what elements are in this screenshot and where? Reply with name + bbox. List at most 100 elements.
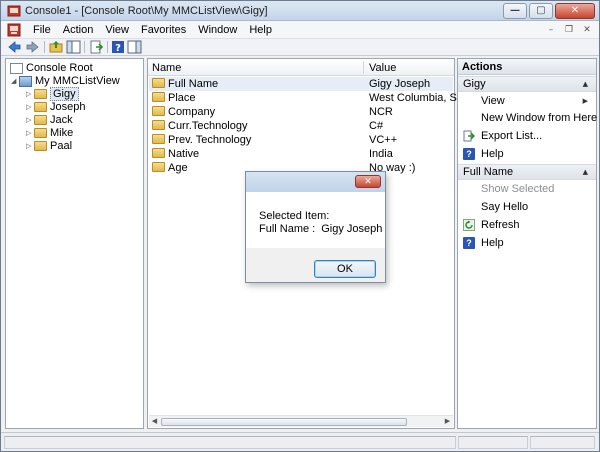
tree-item-jack[interactable]: ▷ Jack <box>26 114 73 127</box>
toolbar-separator <box>107 41 108 53</box>
maximize-button[interactable]: ▢ <box>529 3 553 19</box>
actions-section-gigy[interactable]: Gigy ▲ <box>458 76 596 92</box>
refresh-icon <box>463 219 475 231</box>
mmc-app-icon <box>7 5 21 17</box>
minimize-button[interactable]: — <box>503 3 527 19</box>
help-icon[interactable]: ? <box>111 40 126 54</box>
collapse-caret-icon[interactable]: ▲ <box>583 165 588 180</box>
folder-icon <box>34 89 47 99</box>
list-row-prev-technology[interactable]: Prev. Technology VC++ <box>149 133 453 147</box>
row-name: Prev. Technology <box>168 134 252 146</box>
title-bar[interactable]: Console1 - [Console Root\My MMCListView\… <box>1 1 599 21</box>
toolbar: ? <box>1 39 599 56</box>
console-root-icon <box>10 63 23 74</box>
horizontal-scrollbar[interactable]: ◀ ▶ <box>149 415 453 427</box>
tree-item-label: Mike <box>50 127 74 139</box>
tree-item-console-root[interactable]: Console Root <box>10 62 93 75</box>
action-new-window-from-here[interactable]: New Window from Here <box>458 110 597 126</box>
section-label: Full Name <box>463 166 514 178</box>
ok-button[interactable]: OK <box>314 260 376 278</box>
export-list-icon[interactable] <box>89 40 104 54</box>
menu-action[interactable]: Action <box>57 23 100 37</box>
close-button[interactable]: ✕ <box>555 3 595 19</box>
action-export-list[interactable]: Export List... <box>458 128 596 144</box>
collapsed-icon[interactable]: ▷ <box>26 140 34 153</box>
row-name: Full Name <box>168 78 219 90</box>
menu-help[interactable]: Help <box>243 23 278 37</box>
action-label: View <box>481 95 505 107</box>
snapin-icon <box>19 76 32 87</box>
dialog-close-icon[interactable]: ✕ <box>355 175 381 188</box>
menu-favorites[interactable]: Favorites <box>135 23 192 37</box>
column-divider[interactable] <box>363 61 364 74</box>
list-row-curr-technology[interactable]: Curr.Technology C# <box>149 119 453 133</box>
status-cell <box>530 436 595 449</box>
tree-item-mike[interactable]: ▷ Mike <box>26 127 73 140</box>
collapsed-icon[interactable]: ▷ <box>26 127 34 140</box>
row-value: Gigy Joseph <box>369 78 431 90</box>
folder-icon <box>152 134 165 144</box>
document-system-icon[interactable] <box>7 23 21 37</box>
collapsed-icon[interactable]: ▷ <box>26 88 34 101</box>
scope-tree: Console Root ◢ My MMCListView ▷ Gigy ▷ Jose… <box>5 58 144 429</box>
show-hide-action-pane-icon[interactable] <box>127 40 142 54</box>
column-header-name[interactable]: Name <box>152 62 181 74</box>
tree-item-label: Jack <box>50 114 73 126</box>
svg-text:?: ? <box>115 43 121 54</box>
folder-icon <box>34 128 47 138</box>
actions-section-full-name[interactable]: Full Name ▲ <box>458 164 596 180</box>
tree-item-label: My MMCListView <box>35 75 120 87</box>
action-say-hello[interactable]: Say Hello <box>458 199 596 215</box>
action-help-gigy[interactable]: ? Help <box>458 146 596 162</box>
dialog-body: Selected Item: Full Name : Gigy Joseph <box>246 192 385 248</box>
tree-item-gigy[interactable]: ▷ Gigy <box>26 87 79 101</box>
action-label: Show Selected <box>481 183 555 195</box>
section-label: Gigy <box>463 78 486 90</box>
child-close-button[interactable]: ✕ <box>579 23 595 37</box>
row-name: Curr.Technology <box>168 120 248 132</box>
column-header-value[interactable]: Value <box>369 62 396 74</box>
action-refresh[interactable]: Refresh <box>458 217 596 233</box>
list-row-native[interactable]: Native India <box>149 147 453 161</box>
action-help-full-name[interactable]: ? Help <box>458 235 596 251</box>
dialog-field-value: Gigy Joseph <box>321 223 383 235</box>
tree-item-paal[interactable]: ▷ Paal <box>26 140 72 153</box>
row-value: VC++ <box>369 134 398 146</box>
back-arrow-icon[interactable] <box>7 40 22 54</box>
scroll-right-icon[interactable]: ▶ <box>442 416 453 427</box>
expanded-icon[interactable]: ◢ <box>11 75 19 88</box>
tree-item-joseph[interactable]: ▷ Joseph <box>26 101 85 114</box>
list-row-place[interactable]: Place West Columbia, SC <box>149 91 465 105</box>
folder-icon <box>152 78 165 88</box>
menu-window[interactable]: Window <box>192 23 243 37</box>
dialog-message-heading: Selected Item: <box>259 210 330 222</box>
action-view[interactable]: View ▶ <box>458 93 596 109</box>
show-hide-tree-icon[interactable] <box>66 40 81 54</box>
window-controls: — ▢ ✕ <box>501 3 595 19</box>
scroll-left-icon[interactable]: ◀ <box>149 416 160 427</box>
folder-icon <box>152 120 165 130</box>
menu-file[interactable]: File <box>27 23 57 37</box>
action-show-selected: Show Selected <box>458 181 596 197</box>
collapsed-icon[interactable]: ▷ <box>26 101 34 114</box>
action-label: Refresh <box>481 219 520 231</box>
menu-view[interactable]: View <box>99 23 135 37</box>
forward-arrow-icon[interactable] <box>25 40 40 54</box>
submenu-arrow-icon: ▶ <box>582 97 588 105</box>
list-row-full-name[interactable]: Full Name Gigy Joseph <box>149 77 453 91</box>
child-restore-button[interactable]: ❐ <box>561 23 577 37</box>
collapse-caret-icon[interactable]: ▲ <box>583 77 588 92</box>
minimize-icon: — <box>510 5 520 16</box>
dialog-title-bar[interactable]: ✕ <box>246 172 385 192</box>
menu-bar: File Action View Favorites Window Help –… <box>1 21 599 39</box>
scrollbar-thumb[interactable] <box>161 418 407 426</box>
up-one-level-icon[interactable] <box>49 40 64 54</box>
folder-icon <box>152 106 165 116</box>
collapsed-icon[interactable]: ▷ <box>26 114 34 127</box>
child-minimize-button[interactable]: – <box>543 23 559 37</box>
mmc-window: Console1 - [Console Root\My MMCListView\… <box>0 0 600 452</box>
row-name: Company <box>168 106 216 118</box>
tree-item-label: Joseph <box>50 101 86 113</box>
folder-icon <box>152 148 165 158</box>
list-row-company[interactable]: Company NCR <box>149 105 453 119</box>
